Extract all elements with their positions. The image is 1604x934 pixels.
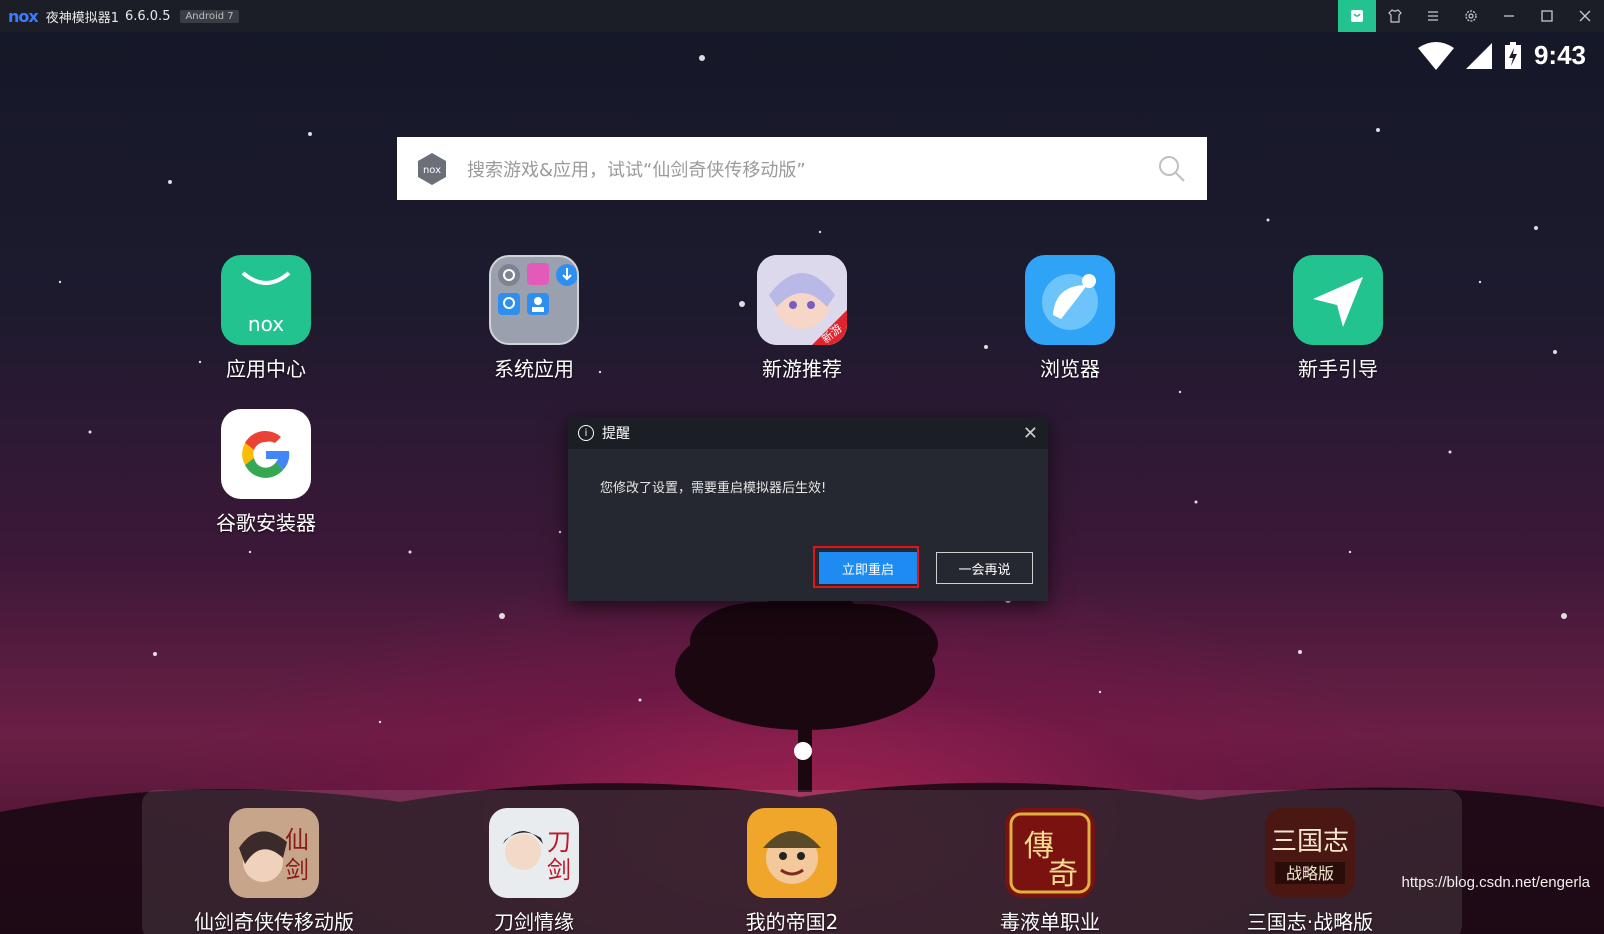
menu-icon[interactable]: [1414, 0, 1452, 32]
theme-icon[interactable]: [1338, 0, 1376, 32]
dock-app-label: 仙剑奇侠传移动版: [194, 910, 354, 934]
svg-text:三国志: 三国志: [1271, 827, 1349, 857]
venom-game-icon: 傳 奇: [1005, 808, 1095, 898]
svg-text:nox: nox: [248, 312, 284, 336]
dock-app-label: 毒液单职业: [1000, 910, 1100, 934]
nox-hex-logo-icon: nox: [418, 152, 446, 185]
xianjian-game-icon: 仙 剑: [229, 808, 319, 898]
restart-dialog: i 提醒 ✕ 您修改了设置，需要重启模拟器后生效! 立即重启 一会再说: [568, 417, 1048, 601]
browser-icon: [1025, 255, 1115, 345]
dock-app-label: 三国志·战略版: [1246, 910, 1374, 934]
app-beginner-guide[interactable]: 新手引导: [1258, 255, 1418, 382]
app-google-installer[interactable]: 谷歌安装器: [186, 409, 346, 536]
dock-app-venom[interactable]: 傳 奇 毒液单职业: [940, 808, 1160, 934]
status-bar: 9:43: [1417, 40, 1586, 71]
dock-app-label: 刀剑情缘: [494, 910, 574, 934]
svg-text:刀: 刀: [547, 828, 571, 856]
svg-text:奇: 奇: [1048, 857, 1078, 892]
empire2-game-icon: [747, 808, 837, 898]
dock-app-label: 我的帝国2: [745, 910, 839, 934]
app-label: 新手引导: [1298, 357, 1378, 381]
battery-charging-icon: [1504, 41, 1521, 69]
sanguozhi-game-icon: 三国志 战略版: [1265, 808, 1355, 898]
dialog-close-icon[interactable]: ✕: [1023, 423, 1038, 444]
dock-app-xianjian[interactable]: 仙 剑 仙剑奇侠传移动版: [164, 808, 384, 934]
app-label: 谷歌安装器: [216, 511, 316, 535]
app-system-apps-folder[interactable]: 系统应用: [454, 255, 614, 382]
dock-app-empire2[interactable]: 我的帝国2: [682, 808, 902, 934]
dock-app-sanguozhi[interactable]: 三国志 战略版 三国志·战略版: [1200, 808, 1420, 934]
restart-now-button[interactable]: 立即重启: [819, 552, 917, 584]
maximize-icon[interactable]: [1528, 0, 1566, 32]
close-icon[interactable]: [1566, 0, 1604, 32]
folder-icon: [489, 255, 579, 345]
send-arrow-icon: [1293, 255, 1383, 345]
wifi-icon: [1417, 41, 1454, 70]
nox-logo: nox: [8, 6, 39, 26]
app-app-center[interactable]: nox 应用中心: [186, 255, 346, 382]
search-input[interactable]: 搜索游戏&应用，试试“仙剑奇侠传移动版”: [467, 156, 1157, 182]
svg-text:nox: nox: [423, 165, 441, 176]
version-label: 6.6.0.5: [124, 8, 171, 24]
app-label: 浏览器: [1040, 357, 1100, 381]
android-badge: Android 7: [180, 9, 239, 23]
watermark-url: https://blog.csdn.net/engerla: [1401, 874, 1590, 891]
search-icon[interactable]: [1157, 154, 1187, 184]
search-bar[interactable]: nox 搜索游戏&应用，试试“仙剑奇侠传移动版”: [397, 137, 1207, 200]
app-label: 新游推荐: [762, 357, 842, 381]
settings-icon[interactable]: [1452, 0, 1490, 32]
tree-silhouette: [675, 589, 938, 792]
dialog-message: 您修改了设置，需要重启模拟器后生效!: [600, 481, 827, 496]
google-g-icon: [221, 409, 311, 499]
app-new-games[interactable]: 新游 新游推荐: [722, 255, 882, 382]
app-label: 应用中心: [226, 357, 306, 381]
app-center-icon: nox: [221, 255, 311, 345]
window-title: 夜神模拟器1: [45, 10, 119, 26]
dialog-header: i 提醒: [568, 417, 1048, 449]
title-bar: nox 夜神模拟器1 6.6.0.5 Android 7: [0, 0, 1604, 32]
daojian-game-icon: 刀 剑: [489, 808, 579, 898]
minimize-icon[interactable]: [1490, 0, 1528, 32]
clock: 9:43: [1533, 40, 1586, 70]
svg-text:仙: 仙: [285, 826, 309, 854]
app-label: 系统应用: [494, 357, 574, 381]
page-indicator-dot[interactable]: [794, 742, 812, 760]
dialog-title: 提醒: [602, 426, 630, 442]
svg-text:战略版: 战略版: [1286, 864, 1334, 883]
info-icon: i: [578, 425, 594, 441]
shirt-icon[interactable]: [1376, 0, 1414, 32]
svg-text:剑: 剑: [547, 856, 571, 884]
android-home-screen: 9:43 nox 搜索游戏&应用，试试“仙剑奇侠传移动版” nox 应用中心 系…: [0, 32, 1604, 934]
new-games-icon: 新游: [757, 255, 847, 345]
app-browser[interactable]: 浏览器: [990, 255, 1150, 382]
svg-text:剑: 剑: [285, 856, 309, 884]
later-button[interactable]: 一会再说: [936, 552, 1033, 584]
dock-app-daojian[interactable]: 刀 剑 刀剑情缘: [424, 808, 644, 934]
dock: 仙 剑 仙剑奇侠传移动版 刀 剑 刀剑情缘 我的帝国2 傳 奇 毒液单职业 三国…: [142, 790, 1462, 934]
signal-icon: [1465, 42, 1492, 69]
